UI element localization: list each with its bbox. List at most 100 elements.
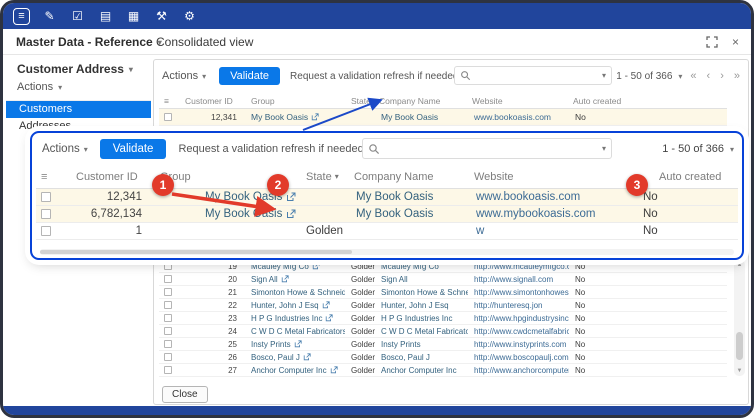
first-page-button[interactable]: « — [688, 70, 698, 82]
row-checkbox[interactable] — [164, 288, 172, 296]
tools-icon[interactable]: ⚒ — [153, 8, 170, 25]
row-checkbox[interactable] — [164, 262, 172, 270]
row-checkbox[interactable] — [164, 366, 172, 374]
cell-website[interactable]: http://www.signall.com — [468, 275, 569, 284]
column-config-icon[interactable]: ≡ — [36, 171, 70, 183]
cell-website[interactable]: http://www.simontonhowesch — [468, 288, 569, 297]
search-input[interactable]: ▾ — [362, 138, 612, 159]
sidebar-title[interactable]: Customer Address ▾ — [6, 55, 151, 78]
menu-icon[interactable]: ≡ — [13, 8, 30, 25]
table-row: 25 Insty Prints Golden Insty Prints http… — [159, 338, 727, 351]
external-link-icon — [322, 301, 330, 309]
previous-page-button[interactable]: ‹ — [705, 70, 713, 82]
pagination-count[interactable]: 1 - 50 of 366 — [616, 71, 672, 82]
column-header-website[interactable]: Website — [468, 96, 569, 106]
horizontal-scrollbar[interactable] — [40, 249, 734, 255]
column-header-company-name[interactable]: Company Name — [375, 96, 468, 106]
cell-website[interactable]: http://www.mcauleymfgco.com — [468, 262, 569, 271]
scrollbar-thumb[interactable] — [40, 250, 352, 254]
actions-menu[interactable]: Actions ▾ — [162, 70, 206, 82]
column-header-website[interactable]: Website — [470, 171, 635, 183]
row-checkbox[interactable] — [164, 301, 172, 309]
scroll-down-icon[interactable]: ▼ — [737, 368, 743, 374]
row-checkbox[interactable] — [41, 226, 51, 236]
journal-icon[interactable]: ▤ — [97, 8, 114, 25]
column-header-customer-id[interactable]: Customer ID — [70, 171, 150, 183]
cell-customer-id: 19 — [179, 262, 243, 271]
cell-group-link[interactable]: Simonton Howe & Schneider P — [243, 288, 345, 297]
sidebar-actions-menu[interactable]: Actions ▾ — [6, 78, 151, 101]
row-checkbox[interactable] — [164, 353, 172, 361]
column-header-state[interactable]: State▾ — [300, 171, 350, 183]
row-checkbox[interactable] — [41, 192, 51, 202]
cell-group-link[interactable]: H P G Industries Inc — [243, 314, 345, 323]
column-header-group[interactable]: Group — [243, 96, 345, 106]
annotation-badge-2: 2 — [267, 174, 289, 196]
row-checkbox[interactable] — [164, 113, 172, 121]
cell-website[interactable]: http://www.anchorcomputerin — [468, 366, 569, 375]
cell-website[interactable]: http://www.hpgindustrysinc.co — [468, 314, 569, 323]
chevron-down-icon[interactable]: ▾ — [602, 71, 606, 80]
search-input[interactable]: ▾ — [454, 66, 612, 85]
state-label: State — [351, 96, 371, 106]
pagination-count[interactable]: 1 - 50 of 366 — [662, 143, 724, 155]
scroll-up-icon[interactable]: ▲ — [737, 262, 743, 268]
chevron-down-icon[interactable]: ▾ — [678, 72, 682, 81]
cell-website[interactable]: www.bookoasis.com — [468, 112, 569, 122]
cell-group-link[interactable]: Hunter, John J Esq — [243, 301, 345, 310]
checklist-icon[interactable]: ☑ — [69, 8, 86, 25]
cell-customer-id: 26 — [179, 353, 243, 362]
table-row: 20 Sign All Golden Sign All http://www.s… — [159, 273, 727, 286]
cell-website[interactable]: www.bookoasis.com — [470, 191, 635, 203]
expand-icon[interactable] — [706, 36, 718, 48]
sidebar-item-customers[interactable]: Customers — [6, 101, 151, 118]
column-header-state[interactable]: State▾ — [345, 96, 375, 106]
chevron-down-icon[interactable]: ▾ — [602, 144, 606, 153]
ledger-icon[interactable]: ▦ — [125, 8, 142, 25]
cell-group-link[interactable]: Bosco, Paul J — [243, 353, 345, 362]
cell-group-link[interactable]: My Book Oasis — [150, 208, 300, 220]
table-row: 1 Golden w No — [36, 223, 738, 240]
vertical-scrollbar[interactable]: ▲ ▼ — [734, 260, 745, 376]
last-page-button[interactable]: » — [732, 70, 742, 82]
column-header-company-name[interactable]: Company Name — [350, 171, 470, 183]
cell-group-link[interactable]: Mcauley Mfg Co — [243, 262, 345, 271]
search-icon — [460, 70, 471, 81]
column-header-auto-created[interactable]: Auto created — [569, 96, 727, 106]
close-button[interactable]: Close — [162, 386, 208, 403]
external-link-icon — [286, 209, 296, 219]
validate-button[interactable]: Validate — [219, 67, 280, 85]
chevron-down-icon[interactable]: ▾ — [730, 145, 734, 154]
row-checkbox[interactable] — [164, 340, 172, 348]
column-header-auto-created[interactable]: Auto created — [635, 171, 738, 183]
cell-group-link[interactable]: Sign All — [243, 275, 345, 284]
close-icon[interactable]: × — [732, 35, 739, 49]
row-checkbox[interactable] — [164, 314, 172, 322]
cell-website[interactable]: http://hunteresq.jon — [468, 301, 569, 310]
topbar: ≡ ✎ ☑ ▤ ▦ ⚒ ⚙ — [3, 3, 751, 29]
cell-website[interactable]: w — [470, 225, 635, 237]
column-config-icon[interactable]: ≡ — [159, 96, 179, 106]
actions-menu[interactable]: Actions ▾ — [42, 143, 88, 155]
row-checkbox[interactable] — [164, 327, 172, 335]
cell-group-link[interactable]: Insty Prints — [243, 340, 345, 349]
edit-icon[interactable]: ✎ — [41, 8, 58, 25]
validate-button[interactable]: Validate — [100, 139, 167, 159]
scrollbar-thumb[interactable] — [736, 332, 743, 360]
cell-group-link[interactable]: My Book Oasis — [243, 112, 345, 122]
column-header-customer-id[interactable]: Customer ID — [179, 96, 243, 106]
next-page-button[interactable]: › — [718, 70, 726, 82]
wrench-icon[interactable]: ⚙ — [181, 8, 198, 25]
cell-website[interactable]: www.mybookoasis.com — [470, 208, 635, 220]
workspace-selector[interactable]: Master Data - Reference ▾ — [16, 29, 162, 55]
cell-auto-created: No — [569, 327, 727, 336]
cell-website[interactable]: http://www.instyprints.com — [468, 340, 569, 349]
grid-toolbar: Actions ▾ Validate Request a validation … — [154, 60, 748, 92]
cell-state: Golden — [345, 301, 375, 310]
cell-group-link[interactable]: Anchor Computer Inc — [243, 366, 345, 375]
cell-website[interactable]: http://www.boscopaulj.com — [468, 353, 569, 362]
row-checkbox[interactable] — [41, 209, 51, 219]
cell-website[interactable]: http://www.cwdcmetalfabricat — [468, 327, 569, 336]
row-checkbox[interactable] — [164, 275, 172, 283]
cell-group-link[interactable]: C W D C Metal Fabricators — [243, 327, 345, 336]
